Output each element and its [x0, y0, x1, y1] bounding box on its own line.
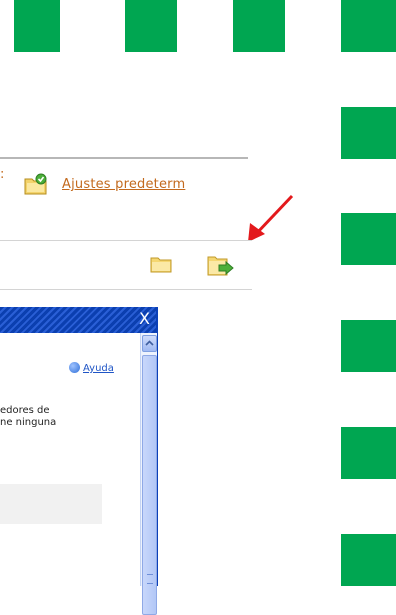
- close-button[interactable]: X: [139, 309, 150, 328]
- dialog-titlebar[interactable]: X: [0, 307, 156, 333]
- export-arrow-icon[interactable]: [207, 253, 235, 277]
- green-square: [341, 107, 396, 159]
- green-square: [341, 0, 396, 52]
- green-square: [125, 0, 177, 52]
- ajustes-predeterm-link[interactable]: Ajustes predeterm: [62, 177, 185, 192]
- green-square: [341, 534, 396, 586]
- scroll-up-button[interactable]: [142, 335, 157, 352]
- help-label: Ayuda: [83, 363, 114, 374]
- green-square: [14, 0, 60, 52]
- folder-check-icon[interactable]: [24, 173, 48, 195]
- top-toolbar: : Ajustes predeterm: [0, 157, 248, 205]
- content-panel: [0, 484, 102, 524]
- chevron-up-icon: [145, 340, 154, 346]
- dialog-window: X Ayuda edores de ne ninguna: [0, 307, 158, 615]
- green-square: [233, 0, 285, 52]
- dialog-body-text: edores de ne ninguna: [0, 405, 138, 429]
- green-square: [341, 213, 396, 265]
- secondary-toolbar: [0, 240, 252, 290]
- help-link[interactable]: Ayuda: [69, 362, 114, 374]
- help-icon: [69, 362, 80, 373]
- green-square: [341, 427, 396, 479]
- scrollbar-grip: [147, 574, 153, 584]
- folder-icon[interactable]: [150, 255, 172, 273]
- body-text-line: edores de: [0, 405, 50, 416]
- vertical-scrollbar[interactable]: [140, 333, 157, 615]
- body-text-line: ne ninguna: [0, 417, 57, 428]
- toolbar-fragment: :: [0, 167, 5, 182]
- green-square: [341, 320, 396, 372]
- scrollbar-thumb[interactable]: [142, 355, 157, 615]
